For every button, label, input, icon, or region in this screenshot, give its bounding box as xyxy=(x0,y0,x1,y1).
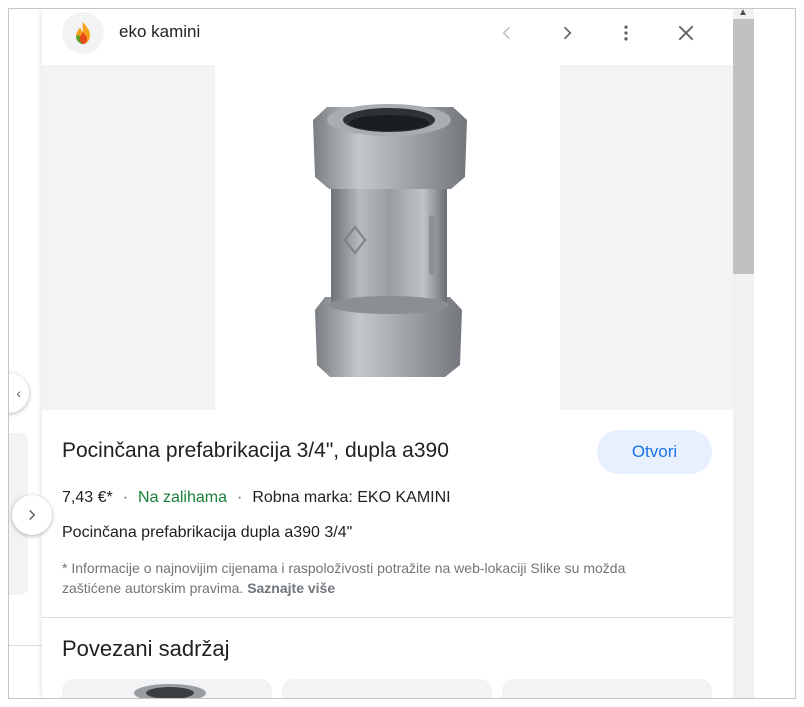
close-icon xyxy=(678,25,694,41)
more-vert-icon xyxy=(624,25,628,41)
panel-header: eko kamini xyxy=(42,9,733,65)
chevron-right-icon xyxy=(29,509,36,521)
stock-status: Na zalihama xyxy=(138,489,227,506)
product-subtitle: Pocinčana prefabrikacija dupla a390 3/4" xyxy=(62,524,353,541)
scrollbar-thumb[interactable] xyxy=(733,19,754,274)
related-card[interactable] xyxy=(282,679,492,698)
background-results-strip: ‹ xyxy=(9,9,42,698)
background-divider xyxy=(9,645,42,646)
page-margin xyxy=(754,9,795,698)
site-name[interactable]: eko kamini xyxy=(119,22,200,42)
previous-button[interactable] xyxy=(491,17,523,49)
separator-dot: · xyxy=(122,489,129,506)
product-title: Pocinčana prefabrikacija 3/4", dupla a39… xyxy=(62,439,449,462)
section-divider xyxy=(42,617,733,618)
separator-dot: · xyxy=(236,489,243,506)
related-card[interactable] xyxy=(62,679,272,698)
disclaimer-text: * Informacije o najnovijim cijenama i ra… xyxy=(62,558,682,598)
learn-more-link[interactable]: Saznajte više xyxy=(247,580,335,596)
browser-frame: ‹ eko kamini Pocinčana prefabrikacija 3/… xyxy=(8,8,796,699)
chevron-left-icon: ‹ xyxy=(16,385,21,401)
vertical-scrollbar[interactable]: ▲ xyxy=(733,9,754,698)
scroll-up-arrow-icon[interactable]: ▲ xyxy=(738,9,748,18)
site-logo[interactable] xyxy=(62,12,104,54)
open-button[interactable]: Otvori xyxy=(597,430,712,474)
disclaimer-body: * Informacije o najnovijim cijenama i ra… xyxy=(62,560,626,596)
product-price: 7,43 €* xyxy=(62,489,113,506)
galvanized-pipe-coupling-image xyxy=(313,104,467,377)
close-button[interactable] xyxy=(670,17,702,49)
related-content-title: Povezani sadržaj xyxy=(62,636,230,661)
related-thumbnail-image xyxy=(134,684,206,698)
product-image[interactable] xyxy=(215,65,560,410)
flame-logo-icon xyxy=(76,22,90,44)
chevron-right-icon xyxy=(563,26,572,40)
brand-label: Robna marka: EKO KAMINI xyxy=(252,489,451,506)
carousel-prev-button[interactable]: ‹ xyxy=(9,373,29,413)
carousel-next-button[interactable] xyxy=(12,495,52,535)
more-options-button[interactable] xyxy=(610,17,642,49)
next-button[interactable] xyxy=(551,17,583,49)
image-preview-panel: eko kamini Pocinčana prefabrikacija 3/4"… xyxy=(42,9,733,698)
related-card[interactable] xyxy=(502,679,712,698)
image-viewer xyxy=(42,65,733,410)
product-meta-row: 7,43 €* · Na zalihama · Robna marka: EKO… xyxy=(62,489,451,507)
chevron-left-icon xyxy=(502,26,511,40)
